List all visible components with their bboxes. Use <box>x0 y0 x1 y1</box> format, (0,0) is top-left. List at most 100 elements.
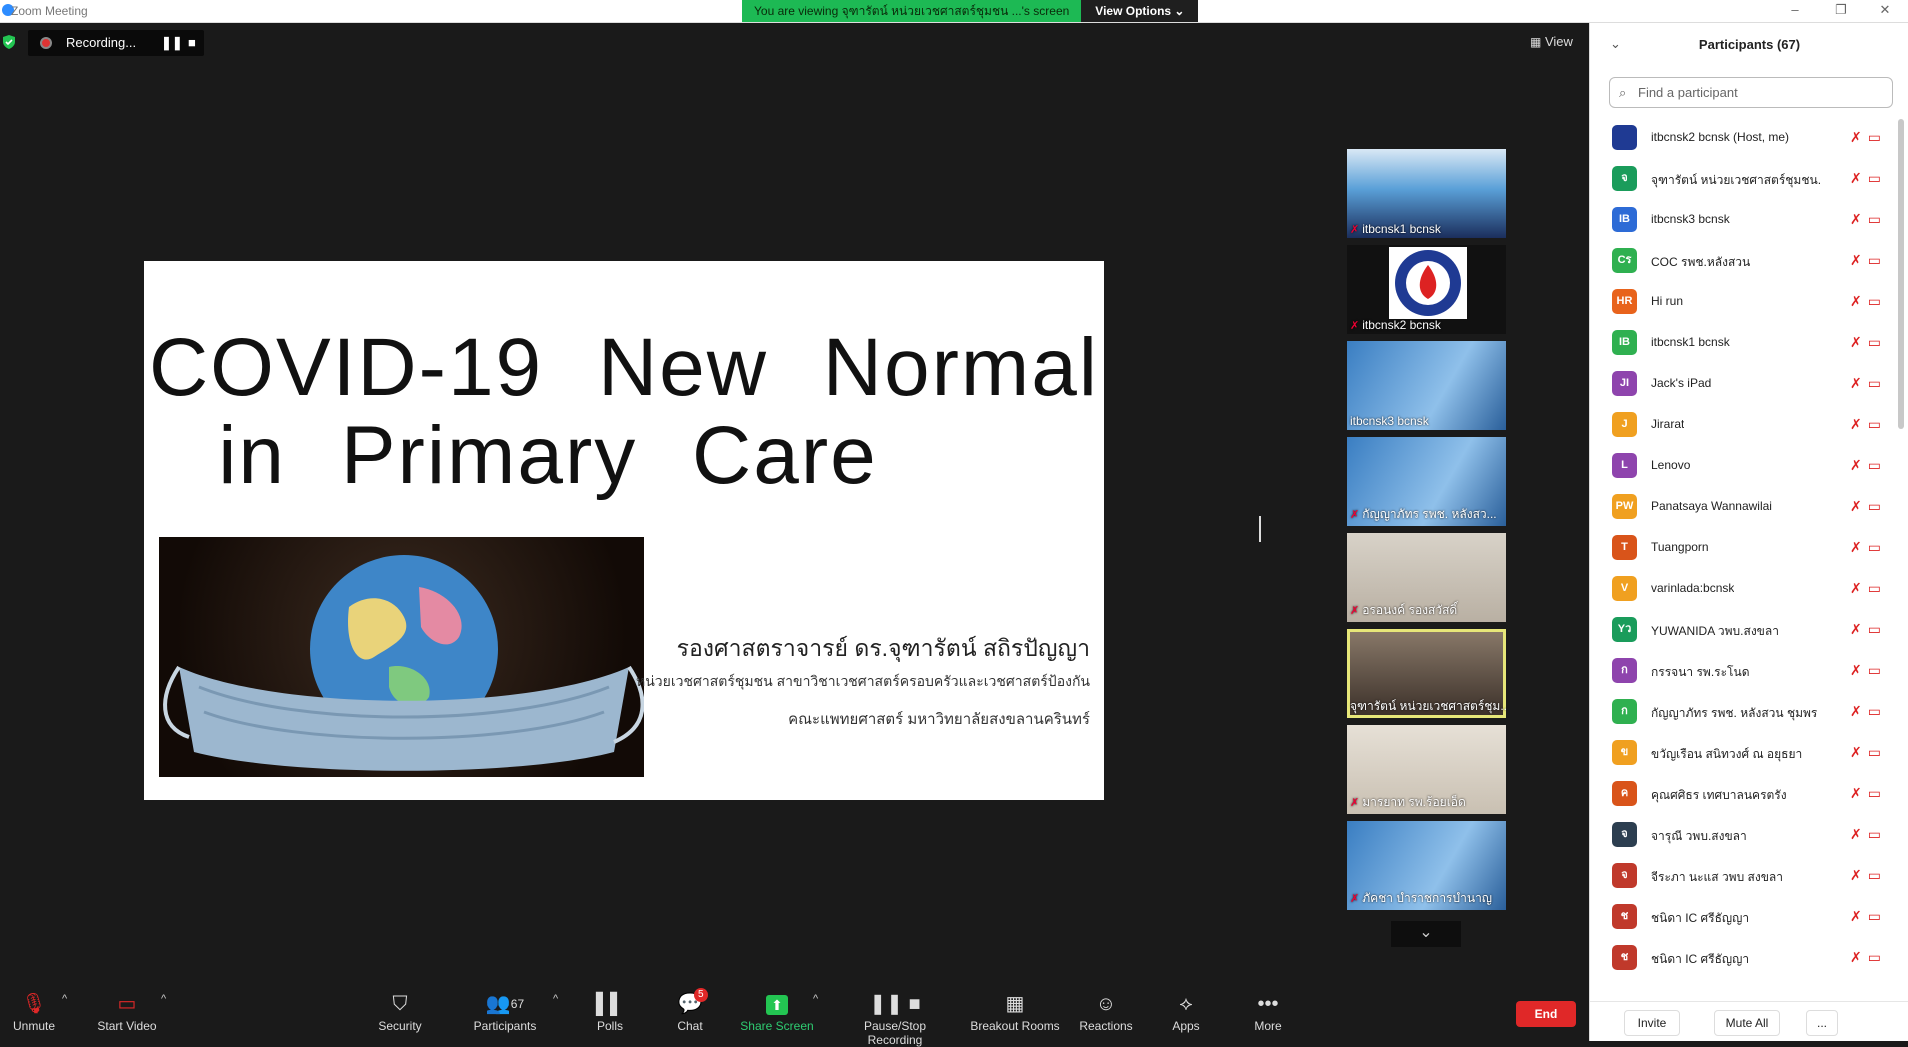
polls-button[interactable]: ▌▌ Polls <box>592 981 628 1041</box>
mute-all-button[interactable]: Mute All <box>1714 1010 1780 1036</box>
participant-name: itbcnsk3 bcnsk <box>1651 212 1730 226</box>
share-screen-button[interactable]: ⬆ Share Screen <box>740 981 814 1041</box>
participant-row[interactable]: itbcnsk2 bcnsk (Host, me) ✗▭ <box>1590 117 1895 158</box>
muted-mic-icon: ✗ <box>1350 320 1360 332</box>
participant-avatar: จ <box>1612 863 1637 888</box>
participants-count: 67 <box>510 997 525 1011</box>
security-button[interactable]: ⛉ Security <box>372 981 428 1041</box>
participant-row[interactable]: Cร COC รพช.หลังสวน ✗▭ <box>1590 240 1895 281</box>
reactions-button[interactable]: ☺ Reactions <box>1078 981 1134 1041</box>
more-options-button[interactable]: ... <box>1806 1010 1838 1036</box>
thumbnail-label: มารยาท รพ.ร้อยเอ็ด <box>1362 795 1466 809</box>
participant-avatar: T <box>1612 535 1637 560</box>
shield-icon <box>3 35 15 49</box>
video-thumbnail[interactable]: ✗ มารยาท รพ.ร้อยเอ็ด <box>1347 725 1506 814</box>
view-options-button[interactable]: View Options ⌄ <box>1081 0 1199 22</box>
search-icon: ⌕ <box>1619 85 1627 100</box>
muted-mic-icon: ✗ <box>1850 703 1868 719</box>
video-off-icon: ▭ <box>1867 826 1887 842</box>
participants-options-caret[interactable]: ^ <box>553 993 558 1005</box>
pause-stop-recording-button[interactable]: ❚❚ ■ Pause/Stop Recording <box>836 981 954 1047</box>
invite-button[interactable]: Invite <box>1624 1010 1680 1036</box>
participant-avatar: จ <box>1612 166 1637 191</box>
chevron-down-icon[interactable]: ⌄ <box>1391 921 1461 947</box>
participant-row[interactable]: ข ขวัญเรือน สนิทวงศ์ ณ อยุธยา ✗▭ <box>1590 732 1895 773</box>
participant-row[interactable]: HR Hi run ✗▭ <box>1590 281 1895 322</box>
participant-row[interactable]: PW Panatsaya Wannawilai ✗▭ <box>1590 486 1895 527</box>
participant-name: Jirarat <box>1651 417 1685 431</box>
start-video-button[interactable]: ▭ Start Video <box>94 981 160 1041</box>
recording-indicator: Recording... ❚❚ ■ <box>28 30 204 56</box>
participant-row[interactable]: JI Jack's iPad ✗▭ <box>1590 363 1895 404</box>
polls-chart-icon: ▌▌ <box>595 993 625 1015</box>
participant-row[interactable]: IB itbcnsk3 bcnsk ✗▭ <box>1590 199 1895 240</box>
participant-row[interactable]: ก กรรจนา รพ.ระโนด ✗▭ <box>1590 650 1895 691</box>
participant-row[interactable]: จ จีระภา นะแส วพบ สงขลา ✗▭ <box>1590 855 1895 896</box>
audio-options-caret[interactable]: ^ <box>62 993 67 1005</box>
participant-name: Hi run <box>1651 294 1684 308</box>
muted-mic-icon: 🎙 <box>21 993 47 1015</box>
participant-status-icons: ✗▭ <box>1850 908 1887 925</box>
participant-status-icons: ✗▭ <box>1850 375 1887 392</box>
video-thumbnail-active-speaker[interactable]: จุฑารัตน์ หน่วยเวชศาสตร์ชุม... <box>1347 629 1506 718</box>
viewing-text: You are viewing จุฑารัตน์ หน่วยเวชศาสตร์… <box>742 0 1082 22</box>
shared-slide: COVID-19 New Normal in Primary Care รองศ… <box>144 261 1104 800</box>
restore-button[interactable]: ❐ <box>1826 2 1856 18</box>
close-button[interactable]: ✕ <box>1870 2 1900 18</box>
participant-status-icons: ✗▭ <box>1850 621 1887 638</box>
participant-name: Lenovo <box>1651 458 1691 472</box>
muted-mic-icon: ✗ <box>1850 252 1868 268</box>
apps-button[interactable]: ⟡ Apps <box>1168 981 1204 1041</box>
video-off-icon: ▭ <box>1867 457 1887 473</box>
participant-row[interactable]: จ จารุณี วพบ.สงขลา ✗▭ <box>1590 814 1895 855</box>
participant-row[interactable]: IB itbcnsk1 bcnsk ✗▭ <box>1590 322 1895 363</box>
end-meeting-button[interactable]: End <box>1516 1001 1576 1027</box>
viewing-banner: You are viewing จุฑารัตน์ หน่วยเวชศาสตร์… <box>742 0 1199 22</box>
chat-button[interactable]: 💬 Chat 5 <box>672 981 708 1041</box>
participant-search-input[interactable]: ⌕ Find a participant <box>1609 77 1893 108</box>
participant-status-icons: ✗▭ <box>1850 662 1887 679</box>
more-button[interactable]: ••• More <box>1250 981 1286 1041</box>
participant-list-scrollbar[interactable] <box>1898 119 1904 429</box>
participant-row[interactable]: T Tuangporn ✗▭ <box>1590 527 1895 568</box>
participant-status-icons: ✗▭ <box>1850 129 1887 146</box>
participant-status-icons: ✗▭ <box>1850 744 1887 761</box>
unmute-button[interactable]: 🎙 Unmute <box>8 981 60 1041</box>
participant-name: Jack's iPad <box>1651 376 1712 390</box>
participant-avatar: ก <box>1612 658 1637 683</box>
share-options-caret[interactable]: ^ <box>813 993 818 1005</box>
participant-row[interactable]: ก กัญญาภัทร รพช. หลังสวน ชุมพร ✗▭ <box>1590 691 1895 732</box>
participant-row[interactable]: ค คุณศศิธร เทศบาลนครตรัง ✗▭ <box>1590 773 1895 814</box>
video-off-icon: ▭ <box>1867 211 1887 227</box>
participant-row[interactable]: ช ชนิดา IC ศรีธัญญา ✗▭ <box>1590 937 1895 978</box>
participant-row[interactable]: Yว YUWANIDA วพบ.สงขลา ✗▭ <box>1590 609 1895 650</box>
stop-recording-button[interactable]: ■ <box>188 35 196 50</box>
video-options-caret[interactable]: ^ <box>161 993 166 1005</box>
participant-avatar: J <box>1612 412 1637 437</box>
video-thumbnail[interactable]: itbcnsk3 bcnsk <box>1347 341 1506 430</box>
participant-name: ขวัญเรือน สนิทวงศ์ ณ อยุธยา <box>1651 747 1803 761</box>
muted-mic-icon: ✗ <box>1850 662 1868 678</box>
participants-button[interactable]: 👥67 Participants <box>470 981 540 1041</box>
participant-name: จุฑารัตน์ หน่วยเวชศาสตร์ชุมชน... <box>1651 173 1821 187</box>
pause-recording-button[interactable]: ❚❚ <box>161 35 183 51</box>
breakout-rooms-button[interactable]: ▦ Breakout Rooms <box>970 981 1060 1041</box>
video-thumbnail[interactable]: ✗ itbcnsk1 bcnsk <box>1347 149 1506 238</box>
video-thumbnail[interactable]: ✗ itbcnsk2 bcnsk <box>1347 245 1506 334</box>
minimize-button[interactable]: – <box>1780 2 1810 17</box>
muted-mic-icon: ✗ <box>1850 539 1868 555</box>
video-thumbnail[interactable]: ✗ ภัคชา บำราชการบำนาญ <box>1347 821 1506 910</box>
participant-status-icons: ✗▭ <box>1850 416 1887 433</box>
participant-row[interactable]: Vvarinlada:bcnsk ✗▭ <box>1590 568 1895 609</box>
video-thumbnail[interactable]: ✗ อรอนงค์ รองสวัสดิ์ <box>1347 533 1506 622</box>
participant-row[interactable]: J Jirarat ✗▭ <box>1590 404 1895 445</box>
participant-row[interactable]: ช ชนิดา IC ศรีธัญญา ✗▭ <box>1590 896 1895 937</box>
video-thumbnail[interactable]: ✗ กัญญาภัทร รพช. หลังสว... <box>1347 437 1506 526</box>
participant-row[interactable]: L Lenovo ✗▭ <box>1590 445 1895 486</box>
participant-name: กัญญาภัทร รพช. หลังสวน ชุมพร <box>1651 706 1818 720</box>
video-off-icon: ▭ <box>1867 170 1887 186</box>
participant-name: คุณศศิธร เทศบาลนครตรัง <box>1651 788 1787 802</box>
muted-mic-icon: ✗ <box>1850 867 1868 883</box>
view-button[interactable]: ▦ View <box>1530 34 1573 49</box>
participant-row[interactable]: จ จุฑารัตน์ หน่วยเวชศาสตร์ชุมชน... ✗▭ <box>1590 158 1895 199</box>
